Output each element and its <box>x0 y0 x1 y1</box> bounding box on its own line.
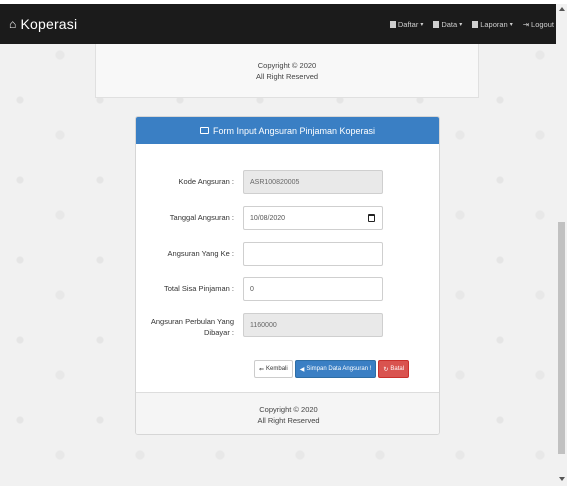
tanggal-value: 10/08/2020 <box>250 214 286 222</box>
copyright-text: Copyright © 2020 <box>259 404 318 414</box>
save-button-label: Simpan Data Angsuran ! <box>306 366 372 372</box>
label-line: Angsuran Perbulan Yang <box>150 317 234 326</box>
angsuran-ke-field[interactable] <box>243 242 383 266</box>
send-icon: ◀ <box>299 366 305 373</box>
back-button[interactable]: ⇐ Kembali <box>254 360 293 378</box>
id-card-icon <box>199 127 209 134</box>
angsuran-perbulan-label: Angsuran Perbulan Yang Dibayar : <box>151 316 234 338</box>
nav-item-logout[interactable]: ⇥ Logout <box>523 20 554 29</box>
total-sisa-label: Total Sisa Pinjaman : <box>163 284 234 293</box>
nav-item-daftar[interactable]: Daftar ▾ <box>389 19 424 29</box>
kode-angsuran-field[interactable]: ASR100820005 <box>243 170 383 194</box>
panel-title: Form Input Angsuran Pinjaman Koperasi <box>212 125 376 136</box>
home-icon: ⌂ <box>9 17 17 31</box>
back-button-label: Kembali <box>266 366 288 372</box>
nav-item-label: Laporan <box>480 19 508 29</box>
nav-item-data[interactable]: Data ▾ <box>433 20 462 29</box>
scroll-down-arrow-icon[interactable] <box>559 477 565 481</box>
caret-down-icon: ▾ <box>420 21 424 28</box>
form-panel: Form Input Angsuran Pinjaman Koperasi Ko… <box>135 116 440 435</box>
nav-item-label: Daftar <box>397 19 419 29</box>
cancel-button-label: Batal <box>390 366 405 372</box>
top-footer: Copyright © 2020 All Right Reserved <box>95 44 479 98</box>
arrow-left-icon: ⇐ <box>259 366 265 373</box>
brand-link[interactable]: ⌂ Koperasi <box>0 16 77 32</box>
book-icon <box>472 20 479 28</box>
calendar-icon[interactable] <box>368 214 375 222</box>
top-navbar: ⌂ Koperasi Daftar ▾ Data ▾ Laporan ▾ ⇥ L… <box>0 4 556 44</box>
caret-down-icon: ▾ <box>509 21 513 28</box>
total-sisa-field[interactable]: 0 <box>243 277 383 301</box>
brand-label: Koperasi <box>20 16 78 32</box>
label-line: Dibayar : <box>203 328 234 337</box>
list-icon <box>433 20 440 28</box>
logout-icon: ⇥ <box>522 19 530 29</box>
caret-down-icon: ▾ <box>459 21 463 28</box>
nav-item-label: Logout <box>531 19 554 29</box>
kode-angsuran-label: Kode Angsuran : <box>178 177 234 186</box>
rights-text: All Right Reserved <box>257 415 320 425</box>
form-actions: ⇐ Kembali ◀ Simpan Data Angsuran ! ↻ Bat… <box>254 360 410 378</box>
panel-header: Form Input Angsuran Pinjaman Koperasi <box>136 117 439 144</box>
save-button[interactable]: ◀ Simpan Data Angsuran ! <box>294 360 377 378</box>
panel-footer: Copyright © 2020 All Right Reserved <box>136 392 439 434</box>
angsuran-perbulan-field[interactable]: 1160000 <box>243 313 383 337</box>
nav-item-label: Data <box>441 19 458 29</box>
nav-item-laporan[interactable]: Laporan ▾ <box>472 20 513 29</box>
tanggal-angsuran-field[interactable]: 10/08/2020 <box>243 206 383 230</box>
tanggal-angsuran-label: Tanggal Angsuran : <box>169 213 234 222</box>
cancel-button[interactable]: ↻ Batal <box>378 360 410 378</box>
nav-menu: Daftar ▾ Data ▾ Laporan ▾ ⇥ Logout <box>389 4 556 44</box>
angsuran-ke-label: Angsuran Yang Ke : <box>167 249 234 258</box>
copyright-text: Copyright © 2020 <box>257 60 317 70</box>
book-icon <box>389 20 396 28</box>
rights-text: All Right Reserved <box>255 71 319 81</box>
refresh-icon: ↻ <box>383 366 389 373</box>
scroll-up-arrow-icon[interactable] <box>559 7 565 11</box>
scrollbar-thumb[interactable] <box>558 222 565 454</box>
